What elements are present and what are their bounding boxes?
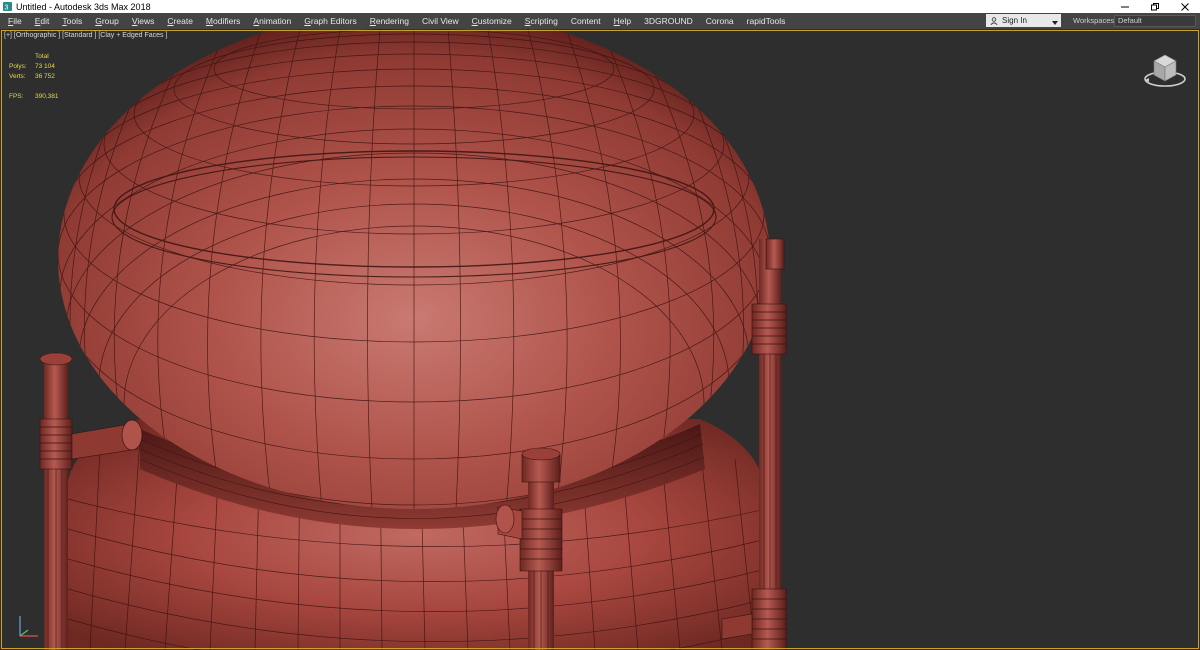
menu-scripting[interactable]: Scripting (519, 13, 565, 29)
minimize-icon (1121, 6, 1129, 7)
menu-label: 3DGROUND (644, 16, 693, 26)
title-bar: 3 Untitled - Autodesk 3ds Max 2018 (0, 0, 1200, 13)
scene-render (39, 29, 787, 650)
dropdown-arrow-icon (1052, 18, 1058, 27)
menu-label: iews (137, 16, 155, 26)
menu-modifiers[interactable]: Modifiers (200, 13, 248, 29)
menu-label: roup (101, 16, 119, 26)
menu-label: nimation (259, 16, 292, 26)
menu-label: dit (40, 16, 50, 26)
close-icon (1181, 2, 1189, 11)
menu-create[interactable]: Create (161, 13, 200, 29)
menu-graph-editors[interactable]: Graph Editors (298, 13, 363, 29)
viewcube-icon[interactable] (1140, 49, 1190, 91)
menu-corona[interactable]: Corona (700, 13, 741, 29)
menu-label: Content (570, 16, 601, 26)
menu-views[interactable]: Views (126, 13, 162, 29)
workspaces-value: Default (1118, 16, 1142, 25)
menu-edit[interactable]: Edit (29, 13, 57, 29)
menu-mnemonic: G (304, 16, 311, 26)
menu-file[interactable]: File (2, 13, 29, 29)
sign-in-label: Sign In (1002, 16, 1027, 25)
app-icon[interactable]: 3 (3, 2, 12, 11)
restore-button[interactable] (1140, 0, 1170, 13)
menu-label: reate (173, 16, 193, 26)
menu-items: File Edit Tools Group Views Create Modifiers An… (2, 13, 792, 29)
menu-label: endering (375, 16, 409, 26)
menu-tools[interactable]: Tools (56, 13, 89, 29)
svg-text:3: 3 (5, 5, 9, 12)
menu-3dground[interactable]: 3DGROUND (638, 13, 700, 29)
menu-bar: File Edit Tools Group Views Create Modifiers An… (0, 13, 1200, 29)
menu-label: rapidTools (746, 16, 786, 26)
stats-fps-value: 390,381 (35, 93, 59, 100)
axis-tripod-icon (19, 616, 38, 637)
menu-group[interactable]: Group (89, 13, 126, 29)
workspaces-label: Workspaces: (1073, 16, 1117, 25)
perspective-viewport[interactable]: [+] [Orthographic ] [Standard ] [Clay + … (0, 29, 1200, 650)
stats-verts-value: 36 752 (35, 73, 55, 80)
sign-in-dropdown[interactable]: Sign In (986, 14, 1061, 27)
menu-label: odifiers (213, 16, 241, 26)
menu-label: ustomize (477, 16, 512, 26)
menu-label: raph Editors (310, 16, 357, 26)
menu-label: cripting (530, 16, 558, 26)
stats-polys-value: 73 104 (35, 63, 55, 70)
menu-label: Civil View (421, 16, 459, 26)
menu-rendering[interactable]: Rendering (364, 13, 416, 29)
stats-fps-label: FPS: (9, 93, 24, 100)
menu-label: elp (619, 16, 632, 26)
user-icon (990, 16, 998, 25)
menu-label: ools (66, 16, 83, 26)
viewport-label-menu[interactable]: [+] [Orthographic ] [Standard ] [Clay + … (4, 32, 167, 39)
stats-verts-label: Verts: (9, 73, 26, 80)
menu-animation[interactable]: Animation (247, 13, 298, 29)
menu-customize[interactable]: Customize (466, 13, 519, 29)
restore-icon (1151, 2, 1159, 10)
stats-total-label: Total (35, 53, 49, 60)
menu-rapidtools[interactable]: rapidTools (741, 13, 793, 29)
stats-polys-label: Polys: (9, 63, 27, 70)
window-title: Untitled - Autodesk 3ds Max 2018 (16, 1, 151, 12)
menu-civil-view[interactable]: Civil View (416, 13, 466, 29)
menu-mnemonic: G (95, 16, 102, 26)
window-controls (1110, 0, 1200, 13)
menu-label: ile (13, 16, 22, 26)
menu-label: Corona (705, 16, 734, 26)
statistics-overlay: Total Polys: 73 104 Verts: 36 752 FPS: 3… (9, 52, 59, 102)
close-button[interactable] (1170, 0, 1200, 13)
workspaces-select[interactable]: Default (1114, 15, 1196, 27)
menu-mnemonic: M (205, 16, 214, 26)
minimize-button[interactable] (1110, 0, 1140, 13)
menu-content[interactable]: Content (565, 13, 608, 29)
menu-help[interactable]: Help (608, 13, 638, 29)
